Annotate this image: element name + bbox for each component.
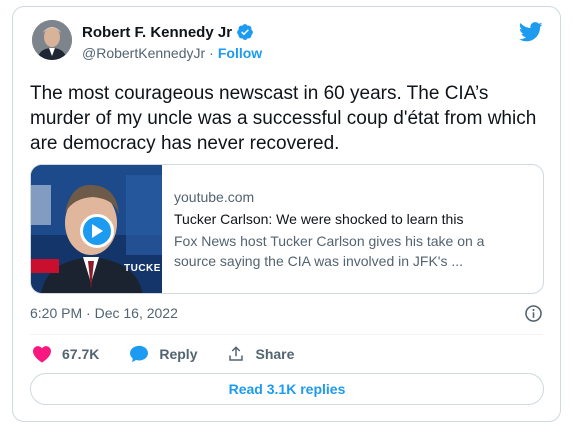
thumbnail-caption: TUCKE: [124, 263, 161, 274]
tweet-text: The most courageous newscast in 60 years…: [30, 83, 537, 154]
info-icon[interactable]: [524, 304, 543, 323]
like-button[interactable]: 67.7K: [32, 345, 99, 363]
like-count: 67.7K: [62, 346, 100, 362]
author-handle[interactable]: @RobertKennedyJr: [82, 45, 205, 61]
share-icon: [229, 346, 244, 361]
follow-button[interactable]: Follow: [218, 45, 262, 61]
author-name-row: Robert F. Kennedy Jr: [82, 23, 254, 41]
reply-button[interactable]: Reply: [129, 345, 197, 363]
tweet-timestamp[interactable]: 6:20 PM · Dec 16, 2022: [30, 305, 178, 321]
link-domain: youtube.com: [174, 189, 255, 205]
reply-bubble-icon: [130, 345, 149, 363]
twitter-bird-icon[interactable]: [519, 21, 543, 43]
author-handle-row: @RobertKennedyJr · Follow: [82, 45, 262, 61]
video-thumbnail[interactable]: TUCKE: [31, 165, 162, 293]
play-icon[interactable]: [80, 214, 114, 248]
avatar-image: [32, 20, 72, 60]
tweet-actions: 67.7K Reply Share: [32, 344, 324, 364]
read-replies-button[interactable]: Read 3.1K replies: [30, 373, 544, 405]
share-button[interactable]: Share: [227, 345, 294, 363]
author-name[interactable]: Robert F. Kennedy Jr: [82, 24, 232, 41]
reply-label: Reply: [159, 346, 198, 362]
play-triangle: [92, 224, 103, 238]
heart-icon: [33, 346, 51, 363]
link-title: Tucker Carlson: We were shocked to learn…: [174, 211, 464, 227]
link-description: Fox News host Tucker Carlson gives his t…: [174, 233, 485, 269]
verified-badge-icon: [237, 24, 253, 40]
divider: [30, 334, 543, 335]
tweet-card: Robert F. Kennedy Jr @RobertKennedyJr · …: [12, 6, 561, 422]
share-label: Share: [255, 346, 295, 362]
link-preview-card[interactable]: TUCKE youtube.com Tucker Carlson: We wer…: [30, 164, 544, 294]
link-meta: youtube.com Tucker Carlson: We were shoc…: [162, 165, 524, 293]
avatar[interactable]: [32, 20, 72, 60]
separator-dot: ·: [209, 45, 214, 61]
